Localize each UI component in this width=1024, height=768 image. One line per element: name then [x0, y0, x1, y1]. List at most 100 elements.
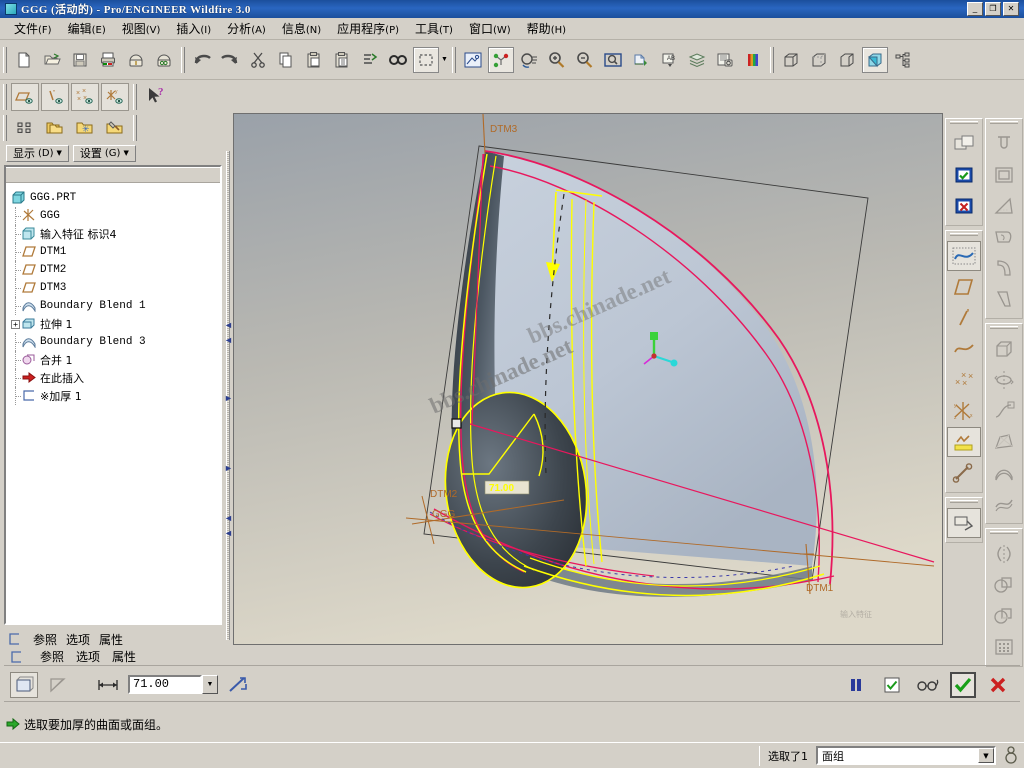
- merge-icon[interactable]: [987, 570, 1021, 600]
- find-icon[interactable]: [385, 47, 411, 73]
- datum-axis-display-icon[interactable]: [41, 83, 69, 111]
- hole-icon[interactable]: [987, 129, 1021, 159]
- reject-feature-icon[interactable]: [947, 191, 981, 221]
- tree-item[interactable]: +拉伸 1: [10, 315, 217, 333]
- thicken-surface-button[interactable]: [44, 672, 72, 698]
- undo-icon[interactable]: [189, 47, 215, 73]
- send-mail-icon[interactable]: [123, 47, 149, 73]
- new-layer-icon[interactable]: ✳: [71, 114, 99, 142]
- datum-point-icon[interactable]: ××××: [947, 365, 981, 395]
- panel-splitter[interactable]: ◄ ◄ ► ► ◄ ◄: [224, 143, 233, 648]
- draft-icon[interactable]: [987, 191, 1021, 221]
- splitter-collapse-left-icon-3[interactable]: ◄: [224, 511, 233, 525]
- cosmetic-icon[interactable]: [947, 458, 981, 488]
- thickness-combo[interactable]: 71.00 ▼: [128, 675, 218, 694]
- menu-tools[interactable]: 工具(T): [407, 18, 461, 39]
- tree-item[interactable]: GGG: [10, 207, 217, 225]
- splitter-expand-right-icon[interactable]: ►: [224, 391, 233, 405]
- tree-item[interactable]: DTM3: [10, 279, 217, 297]
- toolbar-grip-8[interactable]: [133, 115, 137, 141]
- menu-analysis[interactable]: 分析(A): [219, 18, 274, 39]
- show-menu-button[interactable]: 显示 (D) ▼: [6, 145, 69, 162]
- accept-feature-icon[interactable]: [947, 160, 981, 190]
- tree-item[interactable]: 在此插入: [10, 369, 217, 387]
- toolbar-grip[interactable]: [3, 47, 7, 73]
- mirror-icon[interactable]: [987, 539, 1021, 569]
- tab-references[interactable]: 参照: [33, 631, 57, 648]
- flip-direction-button[interactable]: [224, 672, 252, 698]
- layers-icon[interactable]: [684, 47, 710, 73]
- sweep-icon[interactable]: [987, 396, 1021, 426]
- tree-item[interactable]: 合并 1: [10, 351, 217, 369]
- save-icon[interactable]: [67, 47, 93, 73]
- toolbar-grip-3[interactable]: [452, 47, 456, 73]
- splitter-collapse-left-icon[interactable]: ◄: [224, 318, 233, 332]
- redo-icon[interactable]: [217, 47, 243, 73]
- tree-item[interactable]: ※加厚 1: [10, 387, 217, 405]
- round-icon[interactable]: [987, 253, 1021, 283]
- menu-insert[interactable]: 插入(I): [168, 18, 219, 39]
- menu-view[interactable]: 视图(V): [114, 18, 169, 39]
- revolve-icon[interactable]: [987, 365, 1021, 395]
- wireframe-icon[interactable]: [778, 47, 804, 73]
- no-hidden-icon[interactable]: [834, 47, 860, 73]
- style-icon[interactable]: [987, 489, 1021, 519]
- splitter-collapse-left-icon-4[interactable]: ◄: [224, 526, 233, 540]
- shaded-icon[interactable]: [862, 47, 888, 73]
- model-tree-icon[interactable]: [890, 47, 916, 73]
- repaint-icon[interactable]: [460, 47, 486, 73]
- datum-axis-icon[interactable]: [947, 303, 981, 333]
- hidden-line-icon[interactable]: [806, 47, 832, 73]
- datum-csys-icon[interactable]: zyx: [947, 396, 981, 426]
- chevron-down-icon[interactable]: ▼: [978, 748, 994, 763]
- dash-tab-references[interactable]: 参照: [40, 648, 64, 665]
- settings-menu-button[interactable]: 设置 (G) ▼: [73, 145, 136, 162]
- new-file-icon[interactable]: [11, 47, 37, 73]
- chamfer-icon[interactable]: [987, 284, 1021, 314]
- menu-window[interactable]: 窗口(W): [461, 18, 519, 39]
- annotation-display-icon[interactable]: AB: [656, 47, 682, 73]
- copy-icon[interactable]: [273, 47, 299, 73]
- maximize-button[interactable]: ❐: [985, 2, 1001, 16]
- tree-item[interactable]: Boundary Blend 3: [10, 333, 217, 351]
- glasses-icon[interactable]: [914, 672, 942, 698]
- close-button[interactable]: ✕: [1003, 2, 1019, 16]
- datum-graph-icon[interactable]: [947, 427, 981, 457]
- menu-applications[interactable]: 应用程序(P): [329, 18, 407, 39]
- save-view-icon[interactable]: [712, 47, 738, 73]
- layer-display-icon[interactable]: [628, 47, 654, 73]
- tree-item[interactable]: DTM2: [10, 261, 217, 279]
- datum-csys-display-icon[interactable]: y: [101, 83, 129, 111]
- rib-icon[interactable]: [987, 222, 1021, 252]
- menu-help[interactable]: 帮助(H): [519, 18, 574, 39]
- toolbar-grip-6[interactable]: [133, 84, 137, 110]
- preview-checkbox[interactable]: [878, 672, 906, 698]
- zoom-out-icon[interactable]: [572, 47, 598, 73]
- extrude-icon[interactable]: [987, 334, 1021, 364]
- datum-plane-display-icon[interactable]: [11, 83, 39, 111]
- shell-icon[interactable]: [987, 160, 1021, 190]
- sketch-tool-icon[interactable]: [947, 508, 981, 538]
- datum-curve-icon[interactable]: [947, 334, 981, 364]
- tree-item[interactable]: 输入特征 标识4: [10, 225, 217, 243]
- toolbar-grip-4[interactable]: [770, 47, 774, 73]
- boundary-blend-icon[interactable]: [987, 458, 1021, 488]
- model-tree-toggle-icon[interactable]: [11, 114, 39, 142]
- selection-filter-combo[interactable]: 面组 ▼: [816, 746, 996, 765]
- minimize-button[interactable]: _: [967, 2, 983, 16]
- model-tree[interactable]: GGG.PRTGGG输入特征 标识4DTM1DTM2DTM3Boundary B…: [4, 165, 222, 625]
- sketch-icon[interactable]: [947, 241, 981, 271]
- menu-file[interactable]: 文件(F): [6, 18, 60, 39]
- datum-plane-icon[interactable]: [947, 272, 981, 302]
- spin-center-icon[interactable]: [488, 47, 514, 73]
- graphics-viewport[interactable]: 71.00 DTM3 DTM2 GGG DTM1 输入特征 bbs.chinad…: [233, 113, 943, 645]
- reorient-icon[interactable]: [516, 47, 542, 73]
- zoom-in-icon[interactable]: [544, 47, 570, 73]
- tree-item[interactable]: Boundary Blend 1: [10, 297, 217, 315]
- thickness-input[interactable]: 71.00: [128, 675, 202, 694]
- toolbar-grip-5[interactable]: [3, 84, 7, 110]
- chevron-down-icon[interactable]: ▼: [440, 47, 449, 73]
- blend-icon[interactable]: [987, 427, 1021, 457]
- tree-item[interactable]: DTM1: [10, 243, 217, 261]
- cut-icon[interactable]: [245, 47, 271, 73]
